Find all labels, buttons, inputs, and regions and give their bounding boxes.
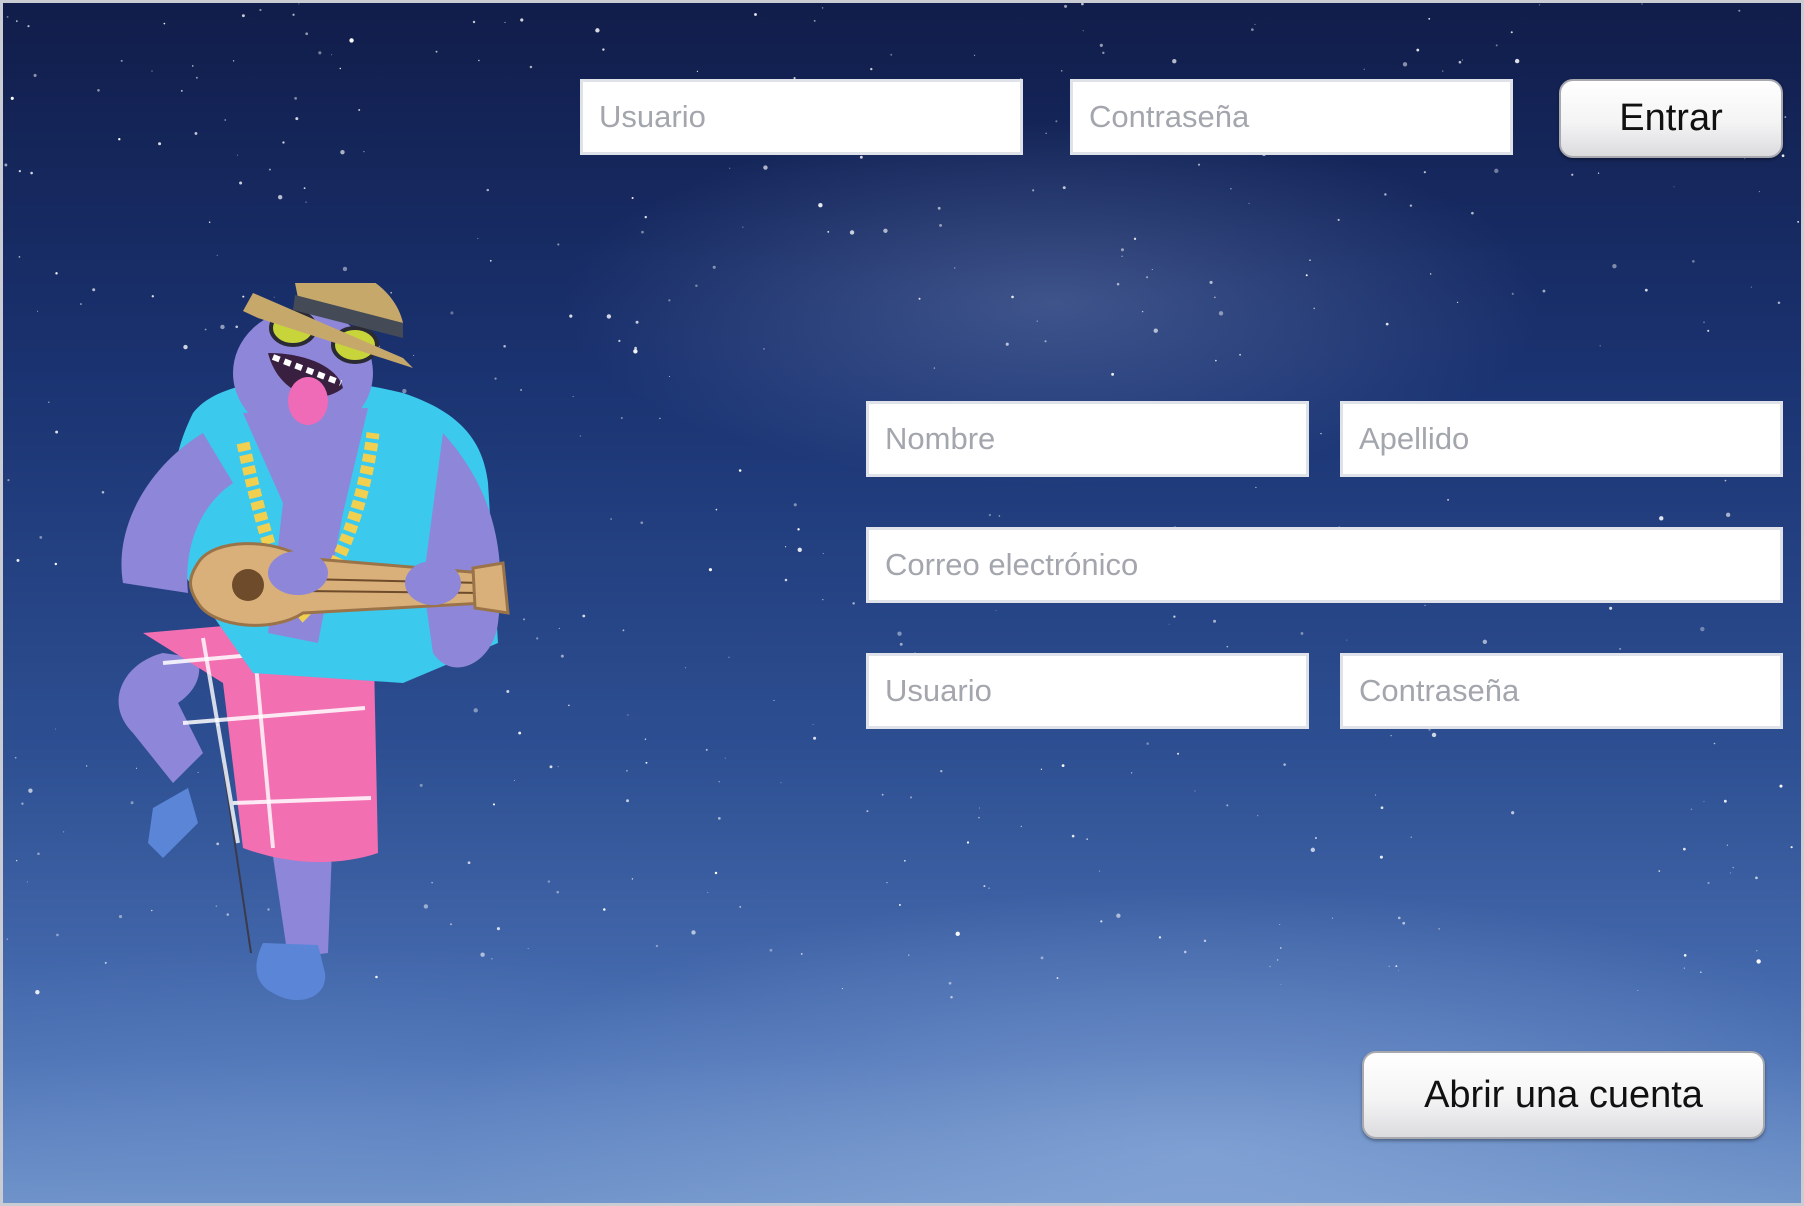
app-window: Entrar [0,0,1804,1206]
signup-password-input[interactable] [1340,653,1783,729]
login-button-label: Entrar [1619,97,1723,139]
last-name-input[interactable] [1340,401,1783,477]
signup-username-input[interactable] [866,653,1309,729]
create-account-button[interactable]: Abrir una cuenta [1362,1051,1765,1139]
login-button[interactable]: Entrar [1559,79,1783,158]
login-password-input[interactable] [1070,79,1513,155]
first-name-input[interactable] [866,401,1309,477]
create-account-button-label: Abrir una cuenta [1424,1073,1703,1116]
ukulele-musician-mascot-icon [118,283,510,1001]
login-username-input[interactable] [580,79,1023,155]
email-input[interactable] [866,527,1783,603]
